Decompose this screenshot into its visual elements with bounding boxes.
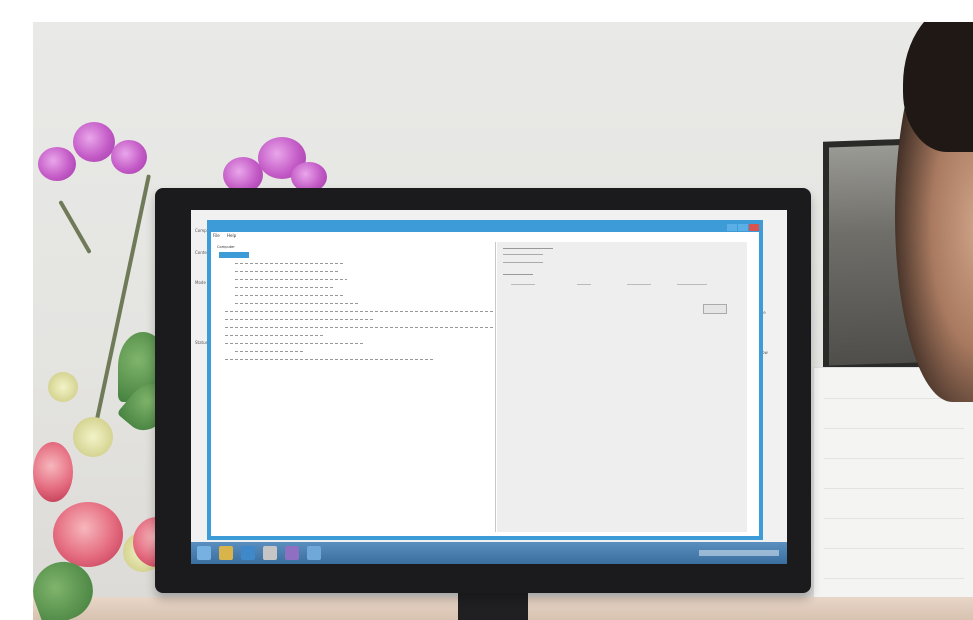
orchid-flower xyxy=(111,140,147,174)
rose xyxy=(33,442,73,502)
orchid-flower xyxy=(38,147,76,181)
details-header xyxy=(503,248,553,249)
close-icon[interactable] xyxy=(749,224,759,231)
tree-row-selected[interactable] xyxy=(219,252,249,258)
menu-bar: File Help xyxy=(213,233,242,238)
app-window[interactable]: File Help Computer xyxy=(207,220,763,540)
app-icon[interactable] xyxy=(285,546,299,560)
tree-row[interactable] xyxy=(225,335,325,336)
tree-row[interactable] xyxy=(235,295,343,296)
column-header[interactable] xyxy=(627,284,651,285)
tree-root[interactable]: Computer xyxy=(217,244,235,250)
screen: Computer Contents Mode Status Rule Show … xyxy=(191,210,787,564)
window-titlebar[interactable] xyxy=(211,224,759,232)
tree-row[interactable] xyxy=(235,279,347,280)
column-header[interactable] xyxy=(511,284,535,285)
tree-row[interactable] xyxy=(235,287,335,288)
orchid-stem xyxy=(58,200,92,254)
minimize-icon[interactable] xyxy=(727,224,737,231)
tree-row[interactable] xyxy=(235,303,359,304)
babys-breath xyxy=(48,372,78,402)
browser-icon[interactable] xyxy=(241,546,255,560)
details-line xyxy=(503,262,543,263)
rose xyxy=(53,502,123,567)
action-button[interactable] xyxy=(703,304,727,314)
tree-row[interactable] xyxy=(235,263,345,264)
start-icon[interactable] xyxy=(197,546,211,560)
tree-row[interactable] xyxy=(225,327,493,328)
tree-pane[interactable]: Computer xyxy=(213,242,496,532)
system-tray[interactable] xyxy=(699,550,779,556)
app-icon[interactable] xyxy=(307,546,321,560)
tree-row[interactable] xyxy=(225,343,365,344)
maximize-icon[interactable] xyxy=(738,224,748,231)
details-line xyxy=(503,254,543,255)
taskbar xyxy=(191,542,787,564)
tree-row[interactable] xyxy=(225,359,435,360)
tree-row[interactable] xyxy=(235,271,339,272)
menu-file[interactable]: File xyxy=(213,233,220,238)
tree-row[interactable] xyxy=(225,319,375,320)
column-header[interactable] xyxy=(577,284,591,285)
tree-row[interactable] xyxy=(235,351,305,352)
tree-row[interactable] xyxy=(225,311,495,312)
photo-scene: Computer Contents Mode Status Rule Show … xyxy=(33,22,973,620)
babys-breath xyxy=(73,417,113,457)
app-icon[interactable] xyxy=(263,546,277,560)
details-pane xyxy=(497,242,747,532)
orchid-flower xyxy=(73,122,115,162)
details-line xyxy=(503,274,533,275)
monitor: Computer Contents Mode Status Rule Show … xyxy=(155,188,811,593)
menu-help[interactable]: Help xyxy=(227,233,236,238)
file-explorer-icon[interactable] xyxy=(219,546,233,560)
wall-calendar xyxy=(813,367,973,604)
column-header[interactable] xyxy=(677,284,707,285)
